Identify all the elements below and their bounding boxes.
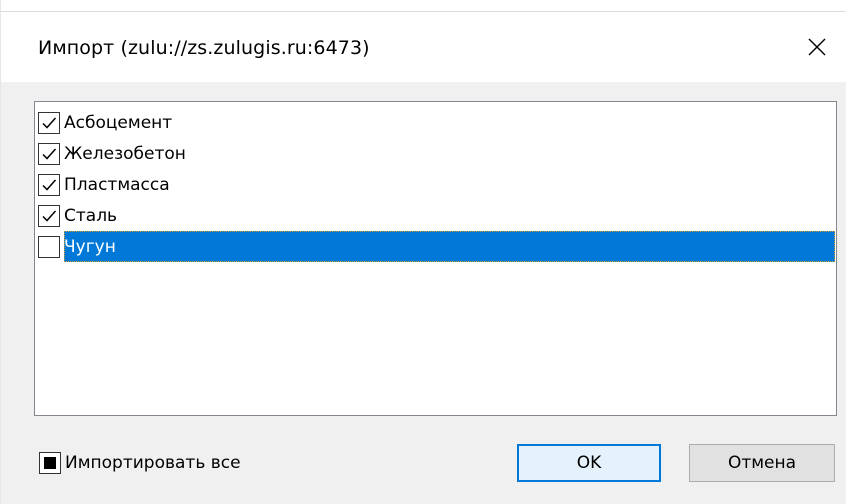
list-item-plastic[interactable]: Пластмасса bbox=[38, 169, 835, 200]
import-all-checkbox[interactable]: Импортировать все bbox=[39, 452, 241, 474]
list-item-label-wrap: Чугун bbox=[64, 231, 835, 262]
window-top-edge bbox=[1, 0, 846, 12]
list-item-steel[interactable]: Сталь bbox=[38, 200, 835, 231]
indeterminate-square-icon bbox=[44, 457, 56, 469]
list-item-asbestos-cement[interactable]: Асбоцемент bbox=[38, 107, 835, 138]
check-mark-icon bbox=[42, 116, 57, 129]
check-mark-icon bbox=[42, 178, 57, 191]
check-mark-icon bbox=[42, 209, 57, 222]
close-icon bbox=[807, 37, 827, 57]
checkbox-checked[interactable] bbox=[38, 204, 60, 227]
list-item-label: Железобетон bbox=[64, 143, 186, 164]
list-item-cast-iron[interactable]: Чугун bbox=[38, 231, 835, 262]
checkbox-checked[interactable] bbox=[38, 173, 60, 196]
list-item-label: Чугун bbox=[64, 236, 116, 257]
check-mark-icon bbox=[42, 147, 57, 160]
materials-checklist[interactable]: Асбоцемент Железобетон Пластмасса Сталь … bbox=[34, 101, 837, 416]
list-item-label: Пластмасса bbox=[64, 174, 170, 195]
list-item-label-wrap: Асбоцемент bbox=[64, 107, 835, 138]
dialog-title: Импорт (zulu://zs.zulugis.ru:6473) bbox=[38, 37, 370, 59]
list-item-label-wrap: Сталь bbox=[64, 200, 835, 231]
list-item-reinforced-concrete[interactable]: Железобетон bbox=[38, 138, 835, 169]
import-dialog: Импорт (zulu://zs.zulugis.ru:6473) Асбоц… bbox=[0, 0, 846, 504]
import-all-label: Импортировать все bbox=[65, 453, 241, 473]
ok-button[interactable]: OK bbox=[517, 444, 661, 482]
close-button[interactable] bbox=[787, 12, 846, 82]
title-bar[interactable]: Импорт (zulu://zs.zulugis.ru:6473) bbox=[1, 12, 846, 82]
list-item-label-wrap: Железобетон bbox=[64, 138, 835, 169]
checkbox-checked[interactable] bbox=[38, 111, 60, 134]
list-item-label-wrap: Пластмасса bbox=[64, 169, 835, 200]
cancel-button[interactable]: Отмена bbox=[689, 444, 835, 482]
checkbox-indeterminate[interactable] bbox=[39, 452, 61, 474]
checkbox-unchecked[interactable] bbox=[38, 235, 60, 258]
list-item-label: Сталь bbox=[64, 205, 118, 226]
list-item-label: Асбоцемент bbox=[64, 112, 173, 133]
checkbox-checked[interactable] bbox=[38, 142, 60, 165]
